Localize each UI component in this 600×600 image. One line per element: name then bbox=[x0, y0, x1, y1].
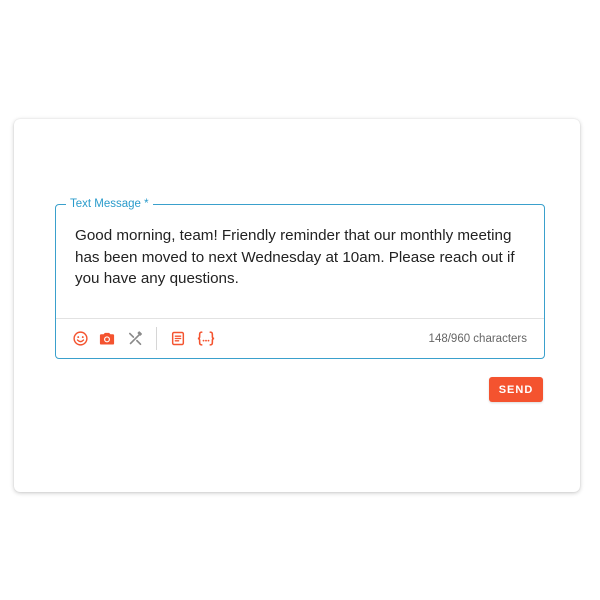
variable-braces-icon[interactable] bbox=[195, 329, 217, 347]
send-button[interactable]: SEND bbox=[489, 377, 543, 402]
composer-toolbar: 148/960 characters bbox=[56, 319, 544, 358]
toolbar-separator bbox=[156, 327, 157, 350]
character-count: 148/960 characters bbox=[428, 333, 527, 345]
message-text[interactable]: Good morning, team! Friendly reminder th… bbox=[75, 225, 515, 290]
template-icon[interactable] bbox=[169, 329, 187, 347]
emoji-icon[interactable] bbox=[71, 329, 89, 347]
text-message-field[interactable]: Text Message * Good morning, team! Frien… bbox=[55, 196, 545, 359]
link-disabled-icon[interactable] bbox=[126, 329, 144, 347]
camera-icon[interactable] bbox=[98, 329, 116, 347]
message-composer-card: Text Message * Good morning, team! Frien… bbox=[14, 119, 580, 492]
text-message-label: Text Message * bbox=[66, 196, 153, 212]
